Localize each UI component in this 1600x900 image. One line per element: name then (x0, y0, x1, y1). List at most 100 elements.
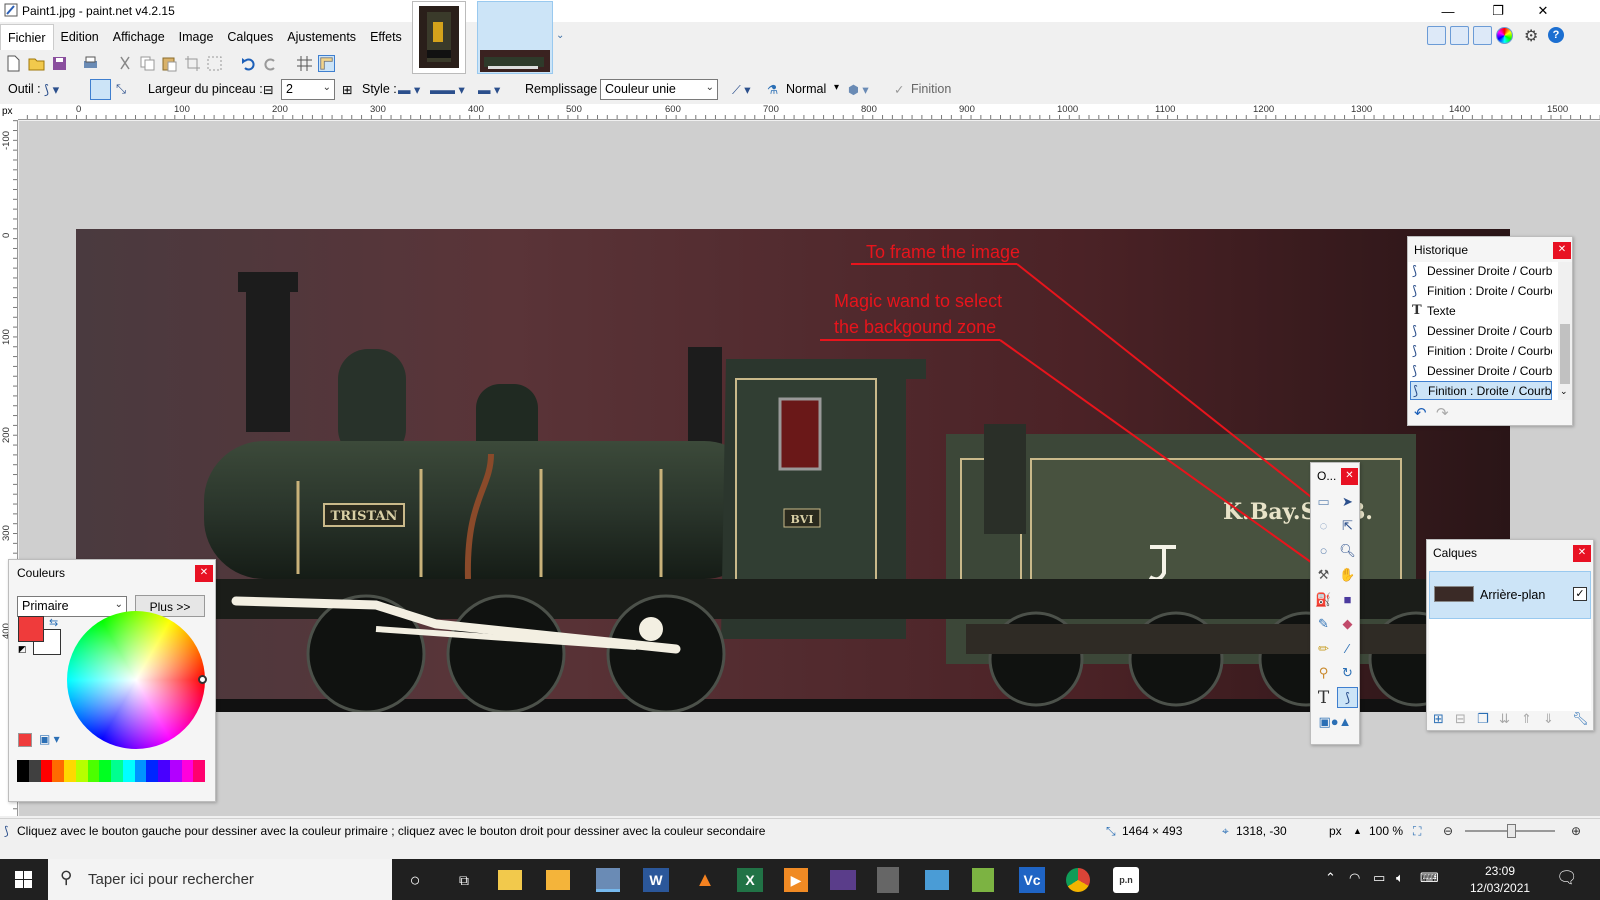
move-selection-tool-icon[interactable]: ⇱ (1337, 515, 1358, 536)
palette-swatch[interactable] (122, 760, 135, 782)
menu-edition[interactable]: Edition (54, 24, 106, 50)
shape-draw-mode-icon[interactable]: ⟋ ▾ (732, 82, 751, 98)
zoom-tool-icon[interactable]: 🔍︎ (1337, 540, 1358, 561)
selection-clipping-icon[interactable]: ⬢ ▾ (848, 82, 869, 97)
magic-wand-tool-icon[interactable]: ⚒ (1313, 564, 1334, 585)
delete-layer-icon[interactable]: ⊟ (1455, 711, 1466, 727)
palette-swatch[interactable] (134, 760, 147, 782)
palette-swatch[interactable] (75, 760, 88, 782)
close-window-button[interactable]: ✕ (1520, 0, 1566, 22)
ellipse-select-tool-icon[interactable]: ○ (1313, 540, 1334, 561)
primary-color-swatch[interactable] (18, 616, 44, 642)
text-tool-icon[interactable]: T (1313, 687, 1334, 708)
word-icon[interactable]: W (643, 868, 669, 892)
save-icon[interactable] (51, 55, 68, 72)
mail-folder-icon[interactable] (546, 870, 570, 890)
pan-tool-icon[interactable]: ✋ (1337, 564, 1358, 585)
menu-ajustements[interactable]: Ajustements (280, 24, 363, 50)
color-wheel-handle[interactable] (198, 675, 207, 684)
recolor-tool-icon[interactable]: ↻ (1337, 662, 1358, 683)
history-redo-icon[interactable]: ↷ (1436, 404, 1449, 422)
dash-style-icon[interactable]: ▬▬ ▾ (430, 82, 465, 97)
eraser-tool-icon[interactable]: ◆ (1337, 613, 1358, 634)
rulers-icon[interactable] (318, 55, 335, 72)
finish-check-icon[interactable]: ✓ (894, 82, 904, 97)
taskbar-date[interactable]: 12/03/2021 (1470, 881, 1530, 895)
paintbrush-tool-icon[interactable]: ✎ (1313, 613, 1334, 634)
show-hidden-icons-icon[interactable]: ⌃ (1325, 870, 1336, 886)
copy-icon[interactable] (139, 55, 156, 72)
calculator-icon[interactable] (877, 867, 899, 893)
palette-swatch[interactable] (193, 760, 205, 782)
history-list[interactable]: ⟆ Dessiner Droite / Courbe ⟆ Finition : Dr… (1408, 262, 1558, 400)
add-to-palette-icon[interactable] (18, 733, 32, 747)
taskbar-search-box[interactable]: ⚲ Taper ici pour rechercher (48, 859, 392, 900)
tools-window-toggle-icon[interactable] (1427, 26, 1446, 45)
cortana-icon[interactable]: ○ (400, 865, 430, 895)
image-tab-2-active[interactable] (477, 1, 553, 74)
layer-visibility-checkbox[interactable]: ✓ (1573, 587, 1587, 601)
chart-app-icon[interactable] (972, 868, 994, 892)
scrollbar-thumb[interactable] (1560, 324, 1570, 384)
media-player-icon[interactable]: ▶ (784, 868, 808, 892)
palette-swatch[interactable] (64, 760, 76, 782)
palette-swatch[interactable] (17, 760, 29, 782)
reset-colors-icon[interactable]: ◩ (18, 644, 27, 655)
history-scrollbar[interactable]: ⌄ (1558, 262, 1572, 400)
tools-close-button[interactable]: ✕ (1341, 468, 1358, 485)
colors-close-button[interactable]: ✕ (195, 565, 213, 582)
pencil-tool-icon[interactable]: ✏ (1313, 638, 1334, 659)
menu-effets[interactable]: Effets (363, 24, 409, 50)
chrome-icon[interactable] (1066, 868, 1090, 892)
zoom-out-icon[interactable]: ⊖ (1443, 824, 1453, 838)
vlc-icon[interactable]: ▲ (690, 865, 720, 895)
history-undo-icon[interactable]: ↶ (1414, 404, 1427, 422)
brush-width-decrease-icon[interactable]: ⊟ (263, 82, 273, 97)
history-item[interactable]: ⟆ Dessiner Droite / Courbe (1410, 322, 1552, 341)
history-item[interactable]: T Texte (1410, 302, 1552, 321)
print-icon[interactable] (82, 55, 99, 72)
zoom-in-icon[interactable]: ⊕ (1571, 824, 1581, 838)
keyboard-icon[interactable]: ⌨ (1420, 870, 1439, 886)
palette-swatch[interactable] (146, 760, 158, 782)
layer-properties-icon[interactable]: 🔧︎ (1572, 711, 1589, 727)
palette-swatch[interactable] (28, 760, 41, 782)
lasso-select-tool-icon[interactable]: ◌ (1313, 515, 1334, 536)
notes-icon[interactable] (925, 870, 949, 890)
video-editor-icon[interactable] (830, 870, 856, 890)
brush-width-combo[interactable]: 2 ⌄ (281, 79, 335, 100)
paint-bucket-tool-icon[interactable]: ⛽ (1313, 589, 1334, 610)
history-item[interactable]: ⟆ Dessiner Droite / Courbe (1410, 362, 1552, 381)
move-selected-tool-icon[interactable]: ➤ (1337, 491, 1358, 512)
menu-calques[interactable]: Calques (220, 24, 280, 50)
palette-swatch[interactable] (181, 760, 194, 782)
new-file-icon[interactable] (5, 55, 22, 72)
layers-close-button[interactable]: ✕ (1573, 545, 1591, 562)
restore-button[interactable]: ❐ (1475, 0, 1521, 22)
unit-selector[interactable]: px (1329, 824, 1342, 838)
help-icon[interactable]: ? (1548, 27, 1564, 43)
color-wheel[interactable] (67, 611, 207, 749)
chevron-down-icon[interactable]: ▾ (834, 82, 839, 93)
add-layer-icon[interactable]: ⊞ (1433, 711, 1444, 727)
paintnet-pinned-icon[interactable]: p.n (1113, 867, 1139, 893)
line-curve-tool-icon[interactable]: ⟆ (1337, 687, 1358, 708)
fill-mode-combo[interactable]: Couleur unie ⌄ (600, 79, 718, 100)
battery-icon[interactable]: ▭ (1373, 870, 1385, 886)
color-mode-combo[interactable]: Primaire ⌄ (17, 596, 127, 617)
excel-icon[interactable]: X (737, 868, 763, 892)
zoom-slider-thumb[interactable] (1507, 824, 1516, 838)
color-palette[interactable] (17, 760, 205, 782)
clone-stamp-tool-icon[interactable]: ⚲ (1313, 662, 1334, 683)
duplicate-layer-icon[interactable]: ❐ (1477, 711, 1489, 727)
layers-list[interactable]: Arrière-plan ✓ (1429, 571, 1591, 711)
cut-icon[interactable] (117, 55, 134, 72)
image-tab-1[interactable] (412, 1, 466, 74)
palette-swatch[interactable] (52, 760, 64, 782)
rectangle-select-tool-icon[interactable]: ▭ (1313, 491, 1334, 512)
blend-mode-value[interactable]: Normal (786, 82, 826, 96)
taskbar-time[interactable]: 23:09 (1470, 864, 1530, 878)
antialias-on-icon[interactable] (90, 79, 111, 100)
menu-image[interactable]: Image (172, 24, 221, 50)
chevron-up-icon[interactable]: ▲ (1353, 826, 1362, 836)
